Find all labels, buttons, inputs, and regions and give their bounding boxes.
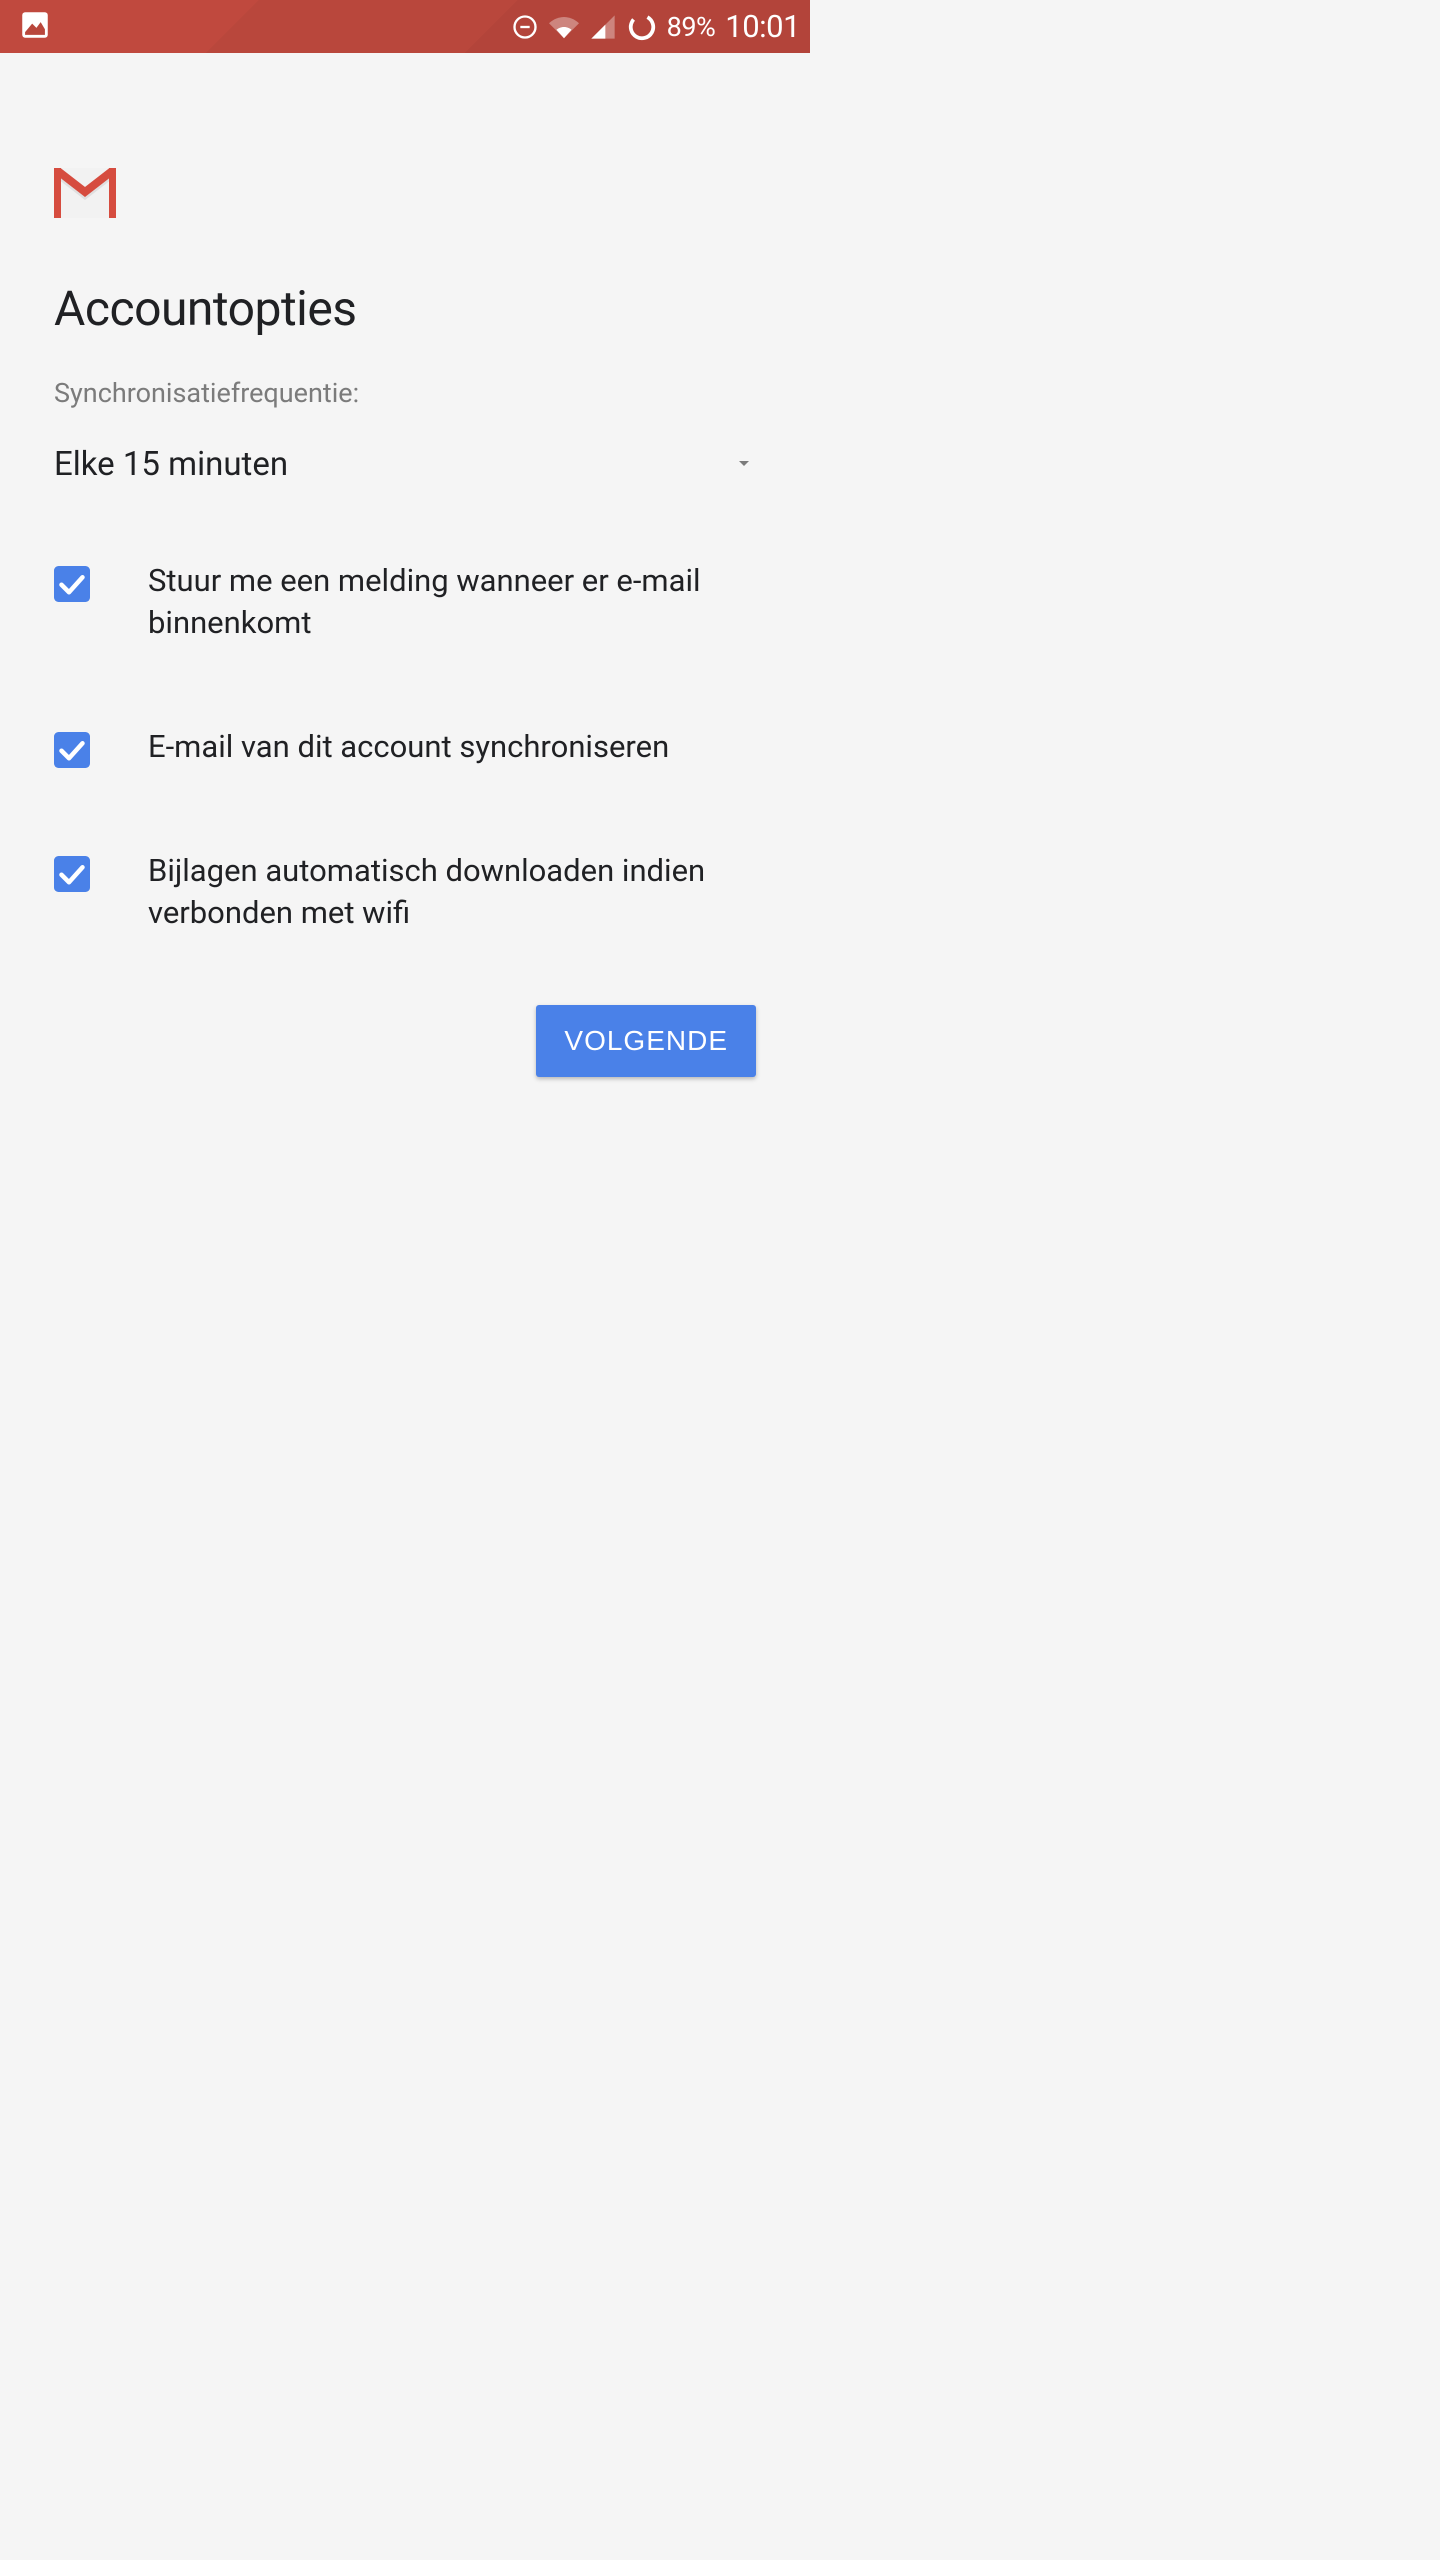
button-row: VOLGENDE xyxy=(54,1005,756,1077)
sync-frequency-label: Synchronisatiefrequentie: xyxy=(54,377,756,409)
checkbox-sync[interactable] xyxy=(54,732,90,768)
image-icon xyxy=(18,8,52,46)
status-right: 89% 10:01 xyxy=(511,8,800,45)
next-button[interactable]: VOLGENDE xyxy=(536,1005,756,1077)
sync-frequency-value: Elke 15 minuten xyxy=(54,445,288,484)
status-bar: 89% 10:01 xyxy=(0,0,810,53)
gmail-icon xyxy=(54,168,116,218)
cell-signal-icon xyxy=(589,13,617,41)
option-notify-email[interactable]: Stuur me een melding wanneer er e-mail b… xyxy=(54,560,756,644)
spinner-icon xyxy=(627,12,657,42)
page-title: Accountopties xyxy=(54,280,756,337)
option-label: E-mail van dit account synchroniseren xyxy=(148,726,669,768)
main-content: Accountopties Synchronisatiefrequentie: … xyxy=(0,53,810,1077)
checkbox-notify[interactable] xyxy=(54,566,90,602)
status-left xyxy=(18,8,52,46)
sync-frequency-select[interactable]: Elke 15 minuten xyxy=(54,445,756,524)
dnd-icon xyxy=(511,13,539,41)
option-label: Stuur me een melding wanneer er e-mail b… xyxy=(148,560,728,644)
checkbox-attachments[interactable] xyxy=(54,856,90,892)
battery-percentage: 89% xyxy=(667,11,716,43)
wifi-icon xyxy=(549,12,579,42)
option-sync-email[interactable]: E-mail van dit account synchroniseren xyxy=(54,726,756,768)
option-download-attachments[interactable]: Bijlagen automatisch downloaden indien v… xyxy=(54,850,756,934)
option-label: Bijlagen automatisch downloaden indien v… xyxy=(148,850,728,934)
status-clock: 10:01 xyxy=(725,8,800,45)
chevron-down-icon xyxy=(732,451,756,479)
